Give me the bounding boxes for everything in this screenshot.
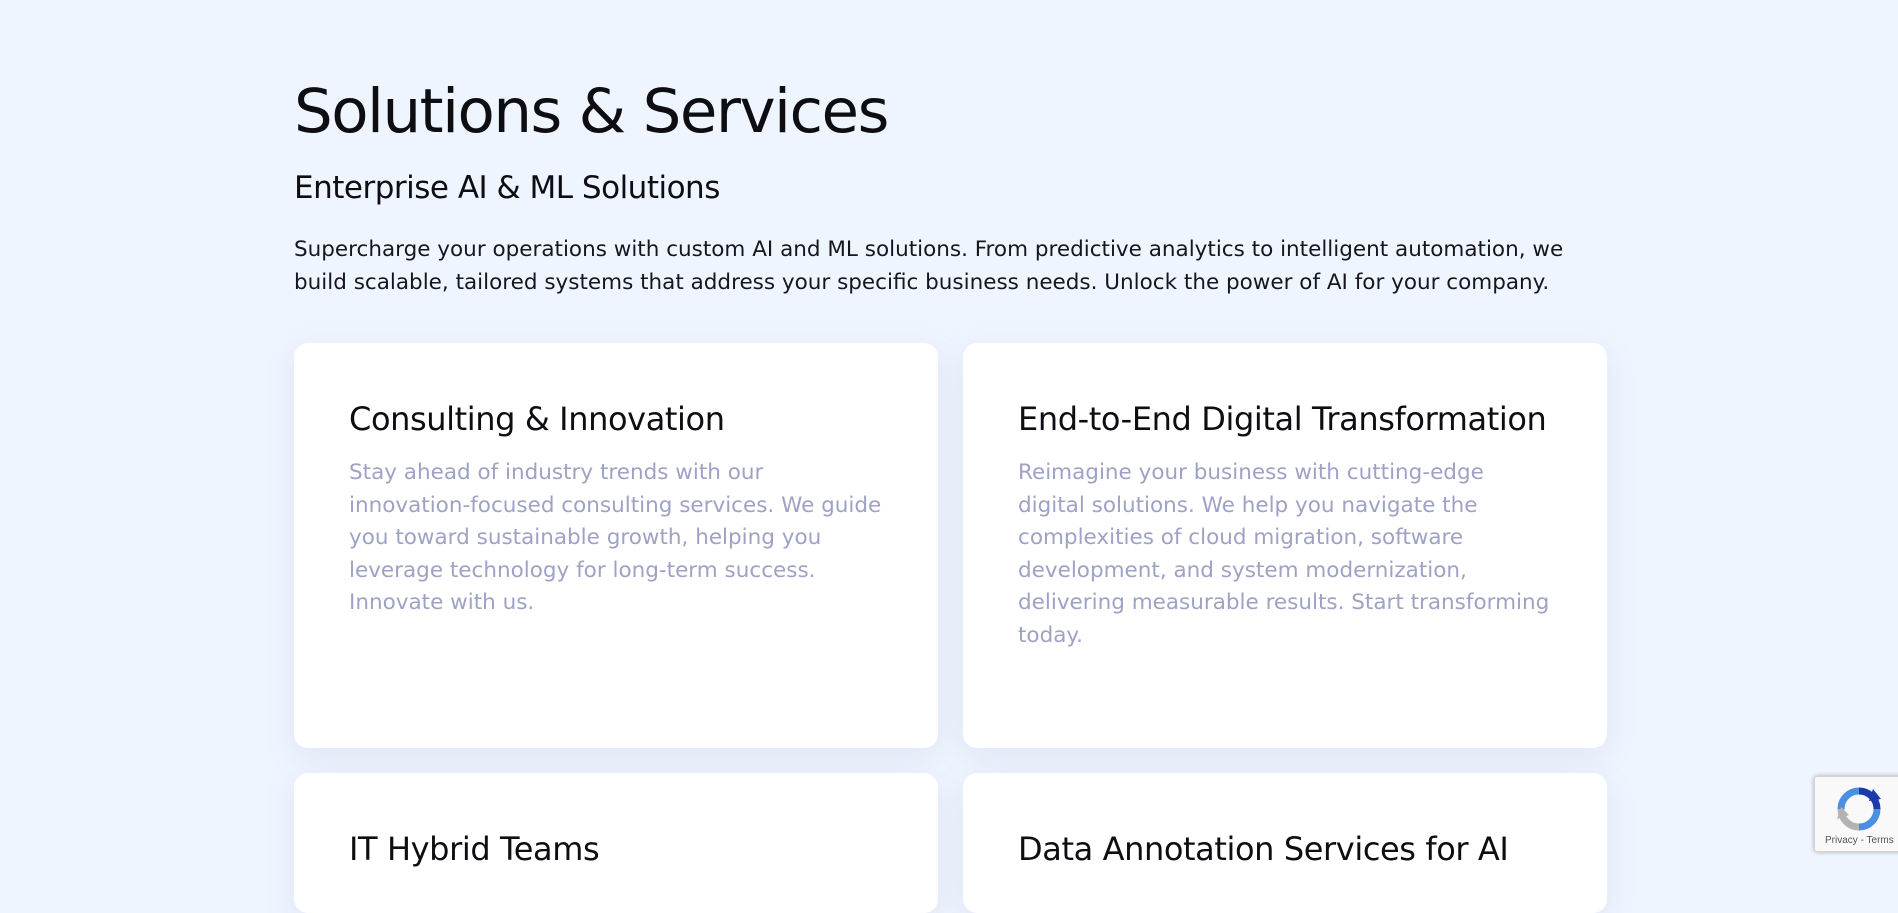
card-title: IT Hybrid Teams [349, 830, 600, 868]
service-card-consulting: Consulting & Innovation Stay ahead of in… [294, 343, 938, 748]
intro-paragraph: Supercharge your operations with custom … [294, 237, 1564, 295]
privacy-link[interactable]: Privacy [1825, 835, 1858, 846]
card-title: Consulting & Innovation [349, 400, 725, 438]
service-card-data-annotation: Data Annotation Services for AI [963, 773, 1607, 913]
card-description: Reimagine your business with cutting-edg… [1018, 460, 1550, 648]
service-card-it-hybrid-teams: IT Hybrid Teams [294, 773, 938, 913]
recaptcha-links: Privacy - Terms [1825, 835, 1894, 846]
recaptcha-badge[interactable]: Privacy - Terms [1814, 776, 1898, 852]
page-title: Solutions & Services [294, 76, 889, 147]
terms-link[interactable]: Terms [1867, 835, 1894, 846]
link-separator: - [1857, 835, 1867, 846]
card-description: Stay ahead of industry trends with our i… [349, 460, 882, 615]
card-title: End-to-End Digital Transformation [1018, 400, 1547, 438]
recaptcha-icon [1837, 787, 1881, 831]
section-subtitle: Enterprise AI & ML Solutions [294, 170, 720, 206]
service-card-digital-transformation: End-to-End Digital Transformation Reimag… [963, 343, 1607, 748]
card-title: Data Annotation Services for AI [1018, 830, 1509, 868]
